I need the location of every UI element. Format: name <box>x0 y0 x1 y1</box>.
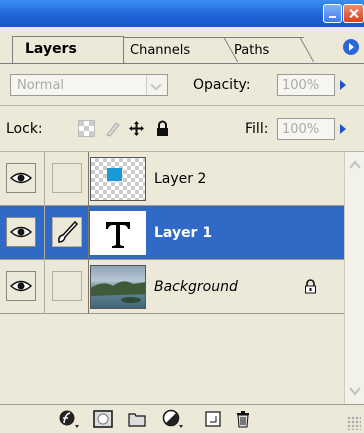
layer-row[interactable]: Background <box>0 260 344 314</box>
lock-all-icon[interactable] <box>154 120 171 137</box>
layer-content-shape <box>107 168 122 181</box>
tab-paths-label: Paths <box>234 43 270 58</box>
link-slot[interactable] <box>52 163 82 193</box>
opacity-label: Opacity: <box>193 77 251 93</box>
scroll-up-icon[interactable] <box>348 158 362 172</box>
tab-edge <box>300 38 314 62</box>
opacity-arrow-icon[interactable] <box>340 80 346 90</box>
tab-edge <box>224 38 238 62</box>
landscape-image <box>91 281 145 303</box>
close-icon[interactable] <box>343 4 364 23</box>
tab-layers-label: Layers <box>25 41 77 57</box>
opacity-field[interactable]: 100% <box>277 74 335 96</box>
tab-channels-label: Channels <box>130 43 191 58</box>
tab-bar: Paths Channels Layers <box>0 27 364 64</box>
new-group-icon[interactable] <box>126 409 148 429</box>
scroll-down-icon[interactable] <box>348 384 362 398</box>
scrollbar[interactable] <box>344 152 364 404</box>
fill-field[interactable]: 100% <box>277 118 335 140</box>
resize-grip-icon[interactable] <box>347 416 361 430</box>
tab-channels[interactable]: Channels <box>114 37 238 63</box>
layer-name: Layer 1 <box>154 225 213 241</box>
eye-icon[interactable] <box>6 163 36 193</box>
fill-label: Fill: <box>245 121 269 137</box>
blend-opacity-row: Normal Opacity: 100% <box>0 64 364 106</box>
trash-icon[interactable] <box>232 409 254 429</box>
text-type-icon <box>106 222 130 248</box>
type-layer-thumbnail <box>90 211 146 255</box>
layer-mask-icon[interactable] <box>92 409 114 429</box>
blend-mode-select[interactable]: Normal <box>10 74 168 96</box>
eye-icon[interactable] <box>6 217 36 247</box>
layer-style-icon[interactable] <box>58 409 80 429</box>
background-thumbnail <box>90 265 146 309</box>
lock-icon <box>305 279 316 294</box>
layer-row-selected[interactable]: Layer 1 <box>0 206 344 260</box>
column-divider <box>44 152 45 314</box>
fill-value: 100% <box>282 122 320 137</box>
lock-transparent-icon[interactable] <box>78 120 95 137</box>
blend-mode-value: Normal <box>17 78 65 93</box>
layer-name: Layer 2 <box>154 171 207 187</box>
eye-icon[interactable] <box>6 271 36 301</box>
lock-paint-icon[interactable] <box>104 120 121 137</box>
layer-name: Background <box>154 279 238 295</box>
opacity-value: 100% <box>282 78 320 93</box>
column-divider <box>88 152 89 314</box>
chevron-down-icon[interactable] <box>146 75 167 95</box>
lock-fill-row: Lock: Fill: 100% <box>0 106 364 152</box>
tab-layers[interactable]: Layers <box>12 36 124 63</box>
minimize-icon[interactable] <box>323 4 342 23</box>
palette-titlebar <box>0 0 364 27</box>
new-layer-icon[interactable] <box>202 409 224 429</box>
fill-arrow-icon[interactable] <box>340 124 346 134</box>
layers-footer-toolbar <box>0 404 364 433</box>
brush-icon[interactable] <box>52 217 82 247</box>
lock-move-icon[interactable] <box>128 120 145 137</box>
adjustment-layer-icon[interactable] <box>162 409 184 429</box>
link-slot[interactable] <box>52 271 82 301</box>
layer-list: Layer 2 Layer 1 Background <box>0 152 344 404</box>
palette-menu-icon[interactable] <box>343 39 359 55</box>
layer-thumbnail <box>90 157 146 201</box>
layer-row[interactable]: Layer 2 <box>0 152 344 206</box>
lock-label: Lock: <box>6 121 43 137</box>
